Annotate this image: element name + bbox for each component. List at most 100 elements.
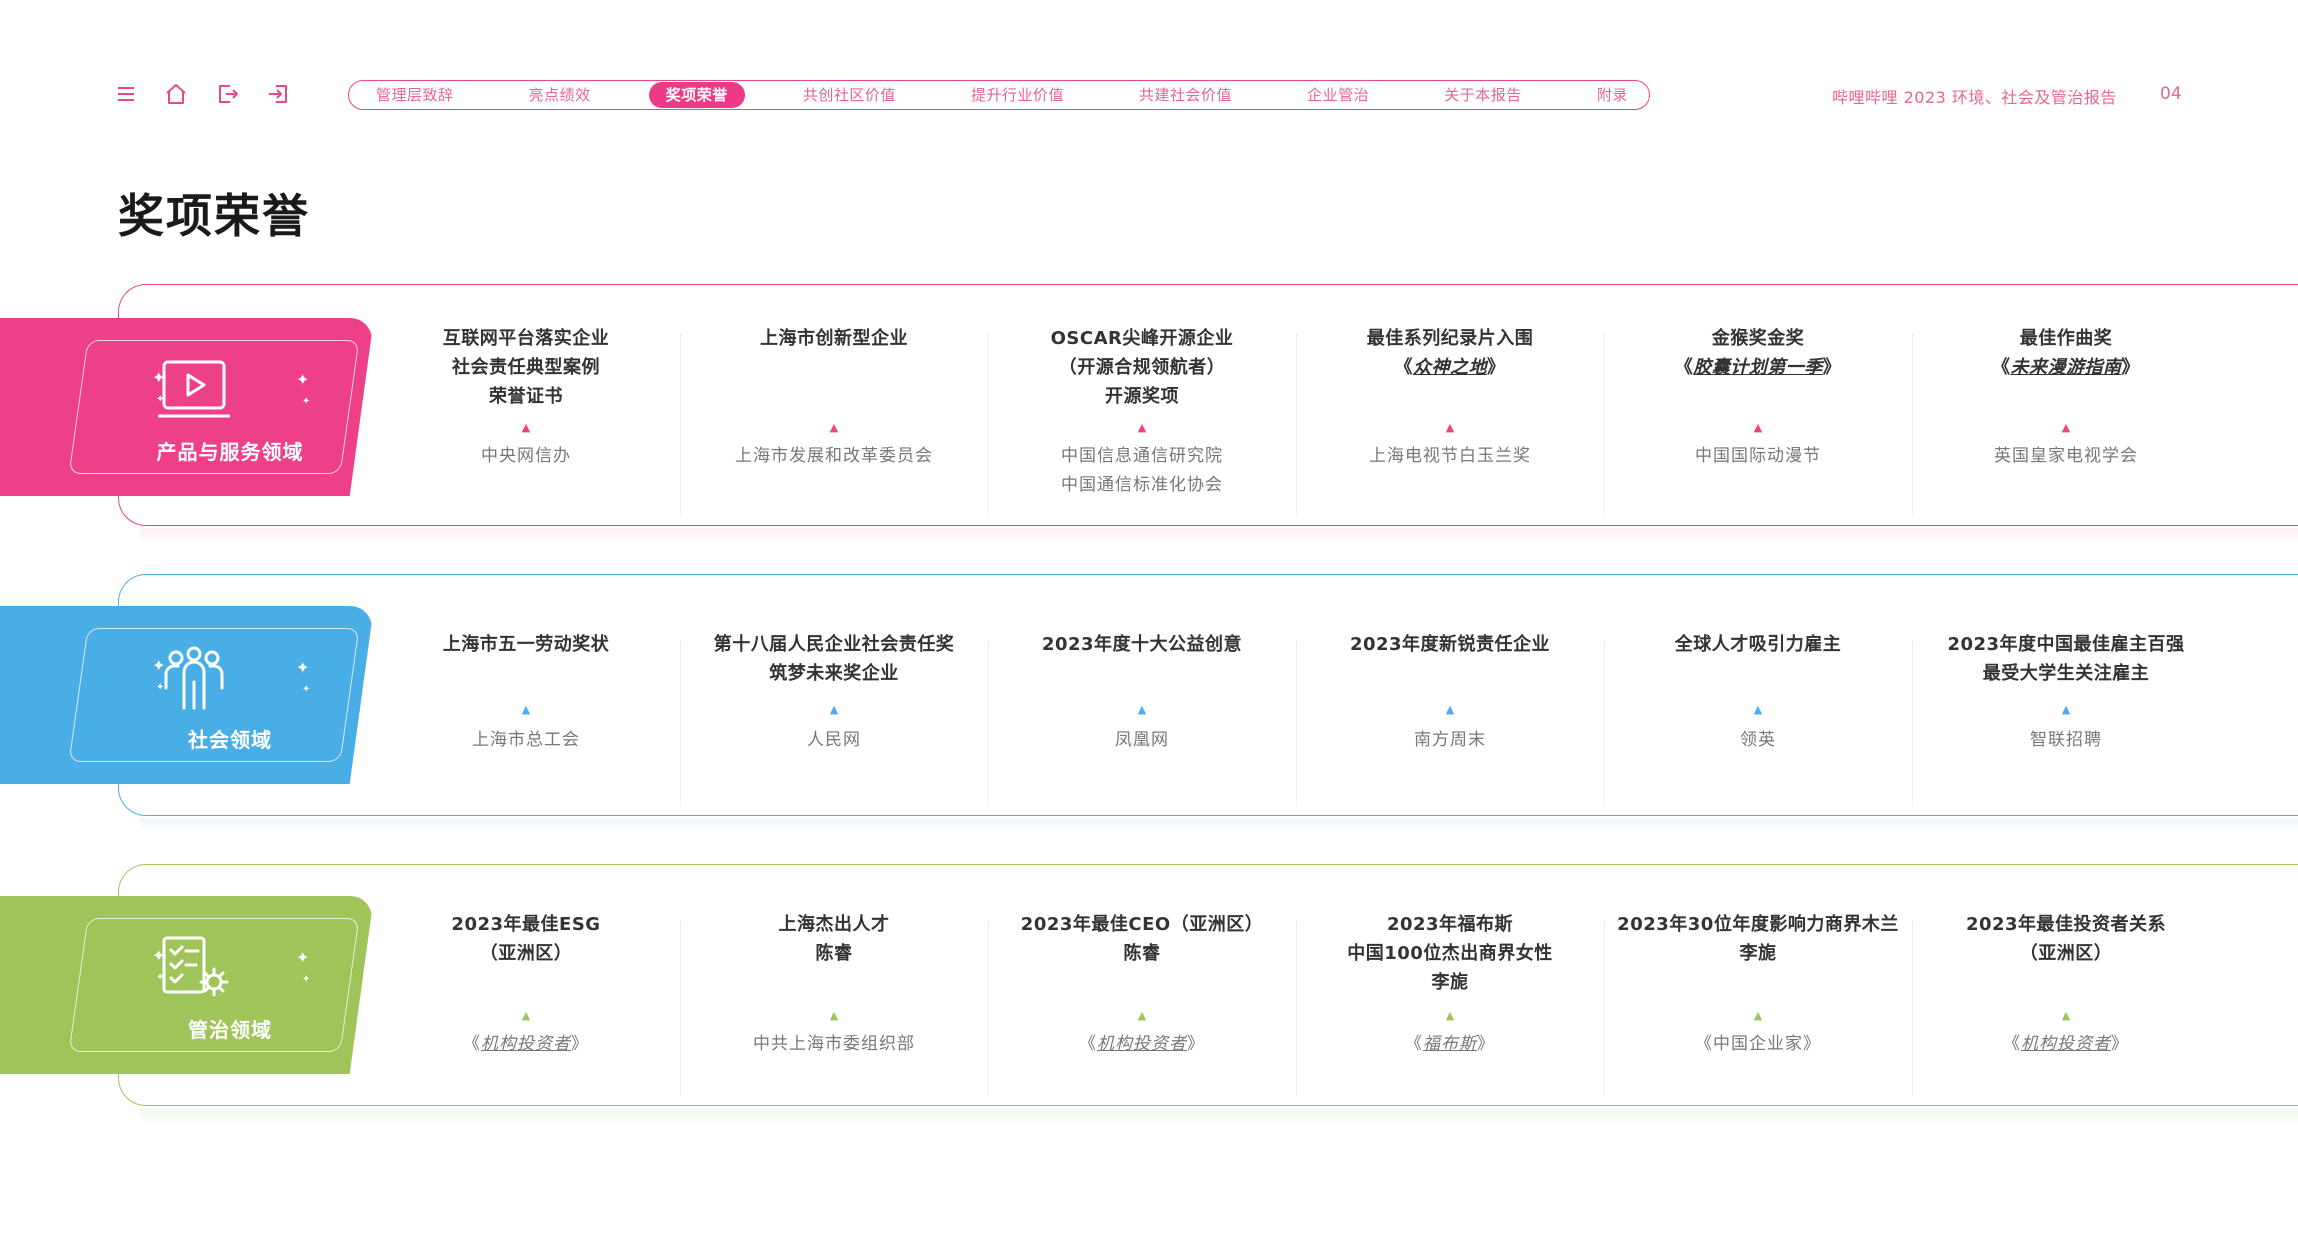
report-title: 哔哩哔哩 2023 环境、社会及管治报告: [1832, 88, 2117, 107]
section-shadow: [140, 818, 2298, 834]
award-title: 上海杰出人才 陈睿: [778, 914, 890, 964]
award-source: 凤凰网: [1115, 730, 1169, 750]
home-icon[interactable]: [164, 82, 188, 106]
enter-icon[interactable]: [266, 82, 290, 106]
award-item: 上海市创新型企业 ▲ 上海市发展和改革委员会: [680, 324, 988, 516]
triangle-marker-icon: ▲: [521, 703, 531, 716]
tab-highlights[interactable]: 亮点绩效: [512, 82, 608, 108]
award-source: 上海电视节白玉兰奖: [1369, 446, 1531, 466]
award-item: 上海市五一劳动奖状 ▲ 上海市总工会: [372, 630, 680, 806]
triangle-marker-icon: ▲: [829, 1009, 839, 1022]
sparkle-icon: ✦: [296, 948, 310, 967]
award-source: 人民网: [807, 730, 861, 750]
award-item: 2023年30位年度影响力商界木兰 李旎 ▲ 《中国企业家》: [1604, 910, 1912, 1096]
menu-icon[interactable]: [114, 82, 138, 106]
award-source: 《机构投资者》: [2003, 1034, 2129, 1054]
award-item: 2023年最佳CEO（亚洲区） 陈睿 ▲ 《机构投资者》: [988, 910, 1296, 1096]
section-product-service: ✦ ✦ ✦ ✦ 产品与服务领域 互联网平台落实企业 社会责任典型案例 荣誉证书 ▲ 中央网信办 上海…: [0, 284, 2298, 546]
triangle-marker-icon: ▲: [1137, 421, 1147, 434]
award-item: 上海杰出人才 陈睿 ▲ 中共上海市委组织部: [680, 910, 988, 1096]
award-title: 2023年福布斯 中国100位杰出商界女性 李旎: [1347, 914, 1553, 993]
sparkle-icon: ✦: [302, 396, 311, 407]
triangle-marker-icon: ▲: [1445, 421, 1455, 434]
award-item: 金猴奖金奖 《胶囊计划第一季》 ▲ 中国国际动漫节: [1604, 324, 1912, 516]
award-source: 领英: [1740, 730, 1776, 750]
tab-about-report[interactable]: 关于本报告: [1427, 82, 1539, 108]
award-title: 2023年30位年度影响力商界木兰 李旎: [1617, 914, 1899, 964]
tab-appendix[interactable]: 附录: [1580, 82, 1645, 108]
sparkle-icon: ✦: [302, 684, 311, 695]
award-source: 智联招聘: [2030, 730, 2102, 750]
triangle-marker-icon: ▲: [521, 1009, 531, 1022]
award-item: 最佳系列纪录片入围 《众神之地》 ▲ 上海电视节白玉兰奖: [1296, 324, 1604, 516]
section-banner: ✦ ✦ ✦ ✦ 管治领域: [0, 896, 372, 1074]
award-item: 最佳作曲奖 《未来漫游指南》 ▲ 英国皇家电视学会: [1912, 324, 2220, 516]
award-source: 《机构投资者》: [1079, 1034, 1205, 1054]
triangle-marker-icon: ▲: [1753, 421, 1763, 434]
award-item: 第十八届人民企业社会责任奖 筑梦未来奖企业 ▲ 人民网: [680, 630, 988, 806]
triangle-marker-icon: ▲: [2061, 421, 2071, 434]
tab-governance[interactable]: 企业管治: [1290, 82, 1386, 108]
awards-row: 上海市五一劳动奖状 ▲ 上海市总工会 第十八届人民企业社会责任奖 筑梦未来奖企业 ▲ 人民网…: [372, 630, 2220, 806]
award-item: 2023年度新锐责任企业 ▲ 南方周末: [1296, 630, 1604, 806]
sparkle-icon: ✦: [296, 658, 310, 677]
triangle-marker-icon: ▲: [2061, 703, 2071, 716]
section-banner: ✦ ✦ ✦ ✦ 产品与服务领域: [0, 318, 372, 496]
sparkle-icon: ✦: [296, 370, 310, 389]
awards-row: 2023年最佳ESG （亚洲区） ▲ 《机构投资者》 上海杰出人才 陈睿 ▲ 中共上海市委组织…: [372, 910, 2220, 1096]
award-title: 上海市创新型企业: [760, 328, 908, 349]
award-title: 2023年度十大公益创意: [1041, 634, 1243, 655]
award-title: 2023年度中国最佳雇主百强 最受大学生关注雇主: [1947, 634, 2185, 684]
award-source: 英国皇家电视学会: [1994, 446, 2138, 466]
triangle-marker-icon: ▲: [829, 421, 839, 434]
triangle-marker-icon: ▲: [1137, 703, 1147, 716]
award-title: OSCAR尖峰开源企业 （开源合规领航者） 开源奖项: [1050, 328, 1234, 407]
award-source: 上海市发展和改革委员会: [735, 446, 933, 466]
award-item: 2023年最佳投资者关系 （亚洲区） ▲ 《机构投资者》: [1912, 910, 2220, 1096]
award-item: 2023年最佳ESG （亚洲区） ▲ 《机构投资者》: [372, 910, 680, 1096]
award-source: 《机构投资者》: [463, 1034, 589, 1054]
page-number: 04: [2160, 84, 2182, 104]
section-social: ✦ ✦ ✦ ✦ 社会领域 上海市五一劳动奖状 ▲ 上海市总工会 第十八届人民企业社会责任奖 筑梦未…: [0, 574, 2298, 836]
award-title: 全球人才吸引力雇主: [1674, 634, 1842, 655]
section-banner: ✦ ✦ ✦ ✦ 社会领域: [0, 606, 372, 784]
checklist-gear-icon: [154, 936, 234, 1002]
people-icon: [154, 646, 234, 712]
award-title: 互联网平台落实企业 社会责任典型案例 荣誉证书: [442, 328, 610, 407]
triangle-marker-icon: ▲: [2061, 1009, 2071, 1022]
section-nav: 管理层致辞 亮点绩效 奖项荣誉 共创社区价值 提升行业价值 共建社会价值 企业管…: [348, 80, 1650, 110]
triangle-marker-icon: ▲: [1445, 703, 1455, 716]
award-title: 上海市五一劳动奖状: [442, 634, 610, 655]
triangle-marker-icon: ▲: [829, 703, 839, 716]
award-title: 第十八届人民企业社会责任奖 筑梦未来奖企业: [713, 634, 955, 684]
tab-industry-value[interactable]: 提升行业价值: [954, 82, 1081, 108]
award-title: 2023年最佳投资者关系 （亚洲区）: [1965, 914, 2167, 964]
award-item: 2023年度中国最佳雇主百强 最受大学生关注雇主 ▲ 智联招聘: [1912, 630, 2220, 806]
triangle-marker-icon: ▲: [1753, 703, 1763, 716]
tab-awards[interactable]: 奖项荣誉: [648, 82, 745, 108]
award-title: 2023年度新锐责任企业: [1349, 634, 1551, 655]
award-title: 最佳作曲奖 《未来漫游指南》: [1992, 328, 2140, 378]
award-source: 《中国企业家》: [1695, 1034, 1821, 1054]
section-shadow: [140, 528, 2298, 544]
tab-management-letter[interactable]: 管理层致辞: [359, 82, 471, 108]
tab-community-value[interactable]: 共创社区价值: [786, 82, 913, 108]
award-source: 上海市总工会: [472, 730, 580, 750]
triangle-marker-icon: ▲: [521, 421, 531, 434]
award-title: 金猴奖金奖 《胶囊计划第一季》: [1674, 328, 1842, 378]
tab-social-value[interactable]: 共建社会价值: [1122, 82, 1249, 108]
top-bar: 管理层致辞 亮点绩效 奖项荣誉 共创社区价值 提升行业价值 共建社会价值 企业管…: [0, 0, 2298, 190]
award-title: 2023年最佳ESG （亚洲区）: [451, 914, 601, 964]
triangle-marker-icon: ▲: [1137, 1009, 1147, 1022]
award-source: 中共上海市委组织部: [753, 1034, 915, 1054]
exit-icon[interactable]: [216, 82, 240, 106]
triangle-marker-icon: ▲: [1445, 1009, 1455, 1022]
video-screen-icon: [154, 358, 234, 424]
award-item: 全球人才吸引力雇主 ▲ 领英: [1604, 630, 1912, 806]
award-source: 中央网信办: [481, 446, 571, 466]
award-source: 中国信息通信研究院 中国通信标准化协会: [1061, 446, 1223, 495]
award-source: 中国国际动漫节: [1695, 446, 1821, 466]
award-item: 2023年度十大公益创意 ▲ 凤凰网: [988, 630, 1296, 806]
award-source: 《福布斯》: [1405, 1034, 1495, 1054]
award-item: 2023年福布斯 中国100位杰出商界女性 李旎 ▲ 《福布斯》: [1296, 910, 1604, 1096]
